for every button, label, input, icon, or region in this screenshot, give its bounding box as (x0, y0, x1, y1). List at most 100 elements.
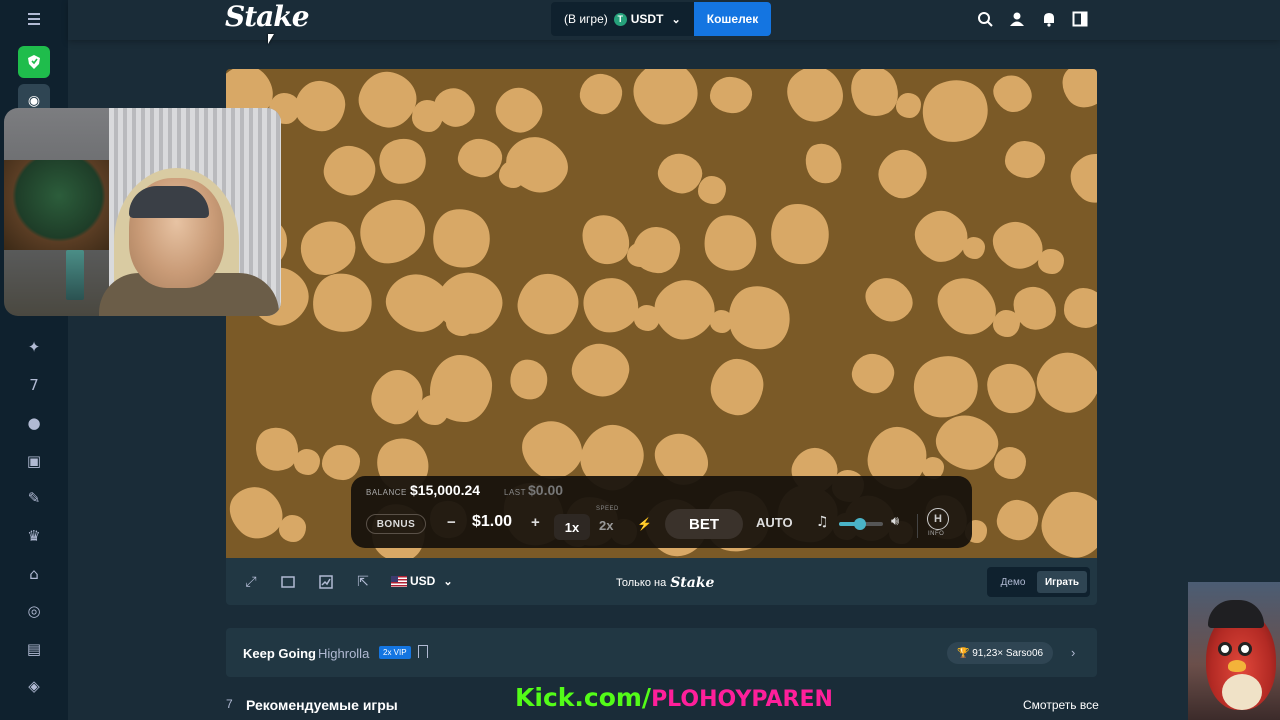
speaker-icon[interactable]: 🔊︎ (891, 514, 899, 529)
pattern-blob (843, 69, 907, 124)
pattern-blob (428, 203, 496, 273)
bird-cap (1208, 600, 1264, 628)
bird-belly (1222, 674, 1262, 710)
pattern-blob (799, 138, 848, 190)
pattern-blob (707, 355, 767, 419)
search-icon[interactable] (974, 8, 996, 30)
pattern-blob (986, 69, 1039, 120)
kick-channel-name: PLOHOYPAREN (651, 687, 833, 712)
vip-badge: 2x VIP (379, 646, 411, 659)
theatre-mode-icon[interactable] (279, 573, 297, 591)
pattern-blob (321, 444, 361, 482)
stats-icon[interactable] (317, 573, 335, 591)
sparkle-icon[interactable]: ✦ (20, 333, 48, 361)
crown-icon[interactable]: ♛ (20, 522, 48, 550)
pattern-blob (643, 268, 726, 351)
kick-url: Kick.com/ (515, 683, 652, 712)
top-bar: Stake (В игре) T USDT ⌄ Кошелек (68, 0, 1280, 40)
pattern-blob (776, 69, 854, 133)
pattern-blob (708, 75, 753, 115)
balance-label: BALANCE (366, 488, 407, 497)
pattern-blob (292, 78, 347, 134)
us-flag-icon (391, 575, 407, 587)
music-icon[interactable]: ♫ (816, 514, 829, 530)
real-mode-button[interactable]: Играть (1037, 571, 1087, 593)
present-icon[interactable]: ▤ (20, 635, 48, 663)
pattern-blob (1035, 485, 1097, 558)
target-icon[interactable]: ◎ (20, 597, 48, 625)
decrease-bet-button[interactable]: − (447, 514, 456, 531)
pattern-blob (912, 69, 998, 153)
bird-eye (1238, 642, 1252, 656)
mic-icon[interactable]: ✎ (20, 484, 48, 512)
seven-icon[interactable]: 7 (20, 371, 48, 399)
recommended-games-title: Рекомендуемые игры (246, 697, 398, 713)
gift-icon[interactable]: ▣ (20, 447, 48, 475)
pattern-blob (352, 69, 422, 134)
pattern-blob (698, 175, 727, 205)
display-currency-selector[interactable]: USD ⌄ (391, 574, 453, 588)
pattern-blob (294, 449, 321, 476)
pattern-blob (279, 514, 307, 542)
webcam-streamer-cap (129, 186, 209, 218)
see-all-link[interactable]: Смотреть все (1023, 698, 1099, 712)
pattern-blob (366, 364, 429, 430)
increase-bet-button[interactable]: + (531, 514, 540, 531)
chevron-right-icon[interactable]: › (1071, 645, 1075, 660)
game-info-bar[interactable]: Keep Going Highrolla 2x VIP 🏆 91,23× Sar… (226, 628, 1097, 677)
angry-bird-overlay (1188, 582, 1280, 720)
top-win-pill[interactable]: 🏆 91,23× Sarso06 (947, 642, 1054, 664)
bonus-button[interactable]: BONUS (366, 514, 426, 534)
mouse-cursor (268, 34, 274, 44)
speed-1x-button[interactable]: 1x (554, 514, 590, 540)
pattern-blob (906, 201, 976, 271)
pattern-blob (307, 268, 377, 338)
volume-slider-knob[interactable] (854, 518, 867, 530)
trophy-icon[interactable]: ⌂ (20, 560, 48, 588)
bet-button[interactable]: BET (665, 509, 743, 539)
sidebar-toggle-icon[interactable] (1069, 8, 1091, 30)
bell-icon[interactable] (1038, 8, 1060, 30)
fullscreen-icon[interactable]: ⤢ (242, 573, 260, 591)
fire-icon[interactable]: ● (20, 409, 48, 437)
game-title[interactable]: Keep Going (243, 646, 316, 661)
game-toolbar: ⤢ ⇱ USD ⌄ Только на Stake Демо Играть (226, 558, 1097, 605)
game-canvas[interactable]: BALANCE $15,000.24 LAST $0.00 BONUS − $1… (226, 69, 1097, 558)
only-on-text: Только на (616, 577, 667, 589)
casino-icon[interactable] (18, 46, 50, 78)
pattern-blob (490, 81, 549, 139)
auto-button[interactable]: AUTO (756, 515, 793, 530)
pattern-blob (289, 209, 367, 286)
turbo-icon[interactable]: ⚡ (637, 517, 652, 531)
shield-icon[interactable]: ◈ (20, 672, 48, 700)
game-control-panel: BALANCE $15,000.24 LAST $0.00 BONUS − $1… (351, 476, 972, 548)
pattern-blob (1028, 343, 1097, 422)
webcam-background-table (4, 160, 114, 250)
kick-channel-overlay: Kick.com/PLOHOYPAREN (515, 683, 833, 712)
game-provider[interactable]: Highrolla (318, 646, 369, 661)
popout-icon[interactable]: ⇱ (354, 573, 372, 591)
pattern-blob (572, 266, 650, 344)
speed-2x-button[interactable]: 2x (599, 518, 613, 533)
pattern-blob (700, 210, 761, 275)
mode-toggle: Демо Играть (987, 567, 1090, 597)
bookmark-icon[interactable] (418, 645, 428, 658)
wallet-currency-selector[interactable]: (В игре) T USDT ⌄ (551, 2, 695, 36)
pattern-blob (512, 268, 584, 339)
pattern-blob (1004, 140, 1047, 180)
info-button[interactable]: H (927, 508, 949, 530)
demo-mode-button[interactable]: Демо (991, 571, 1035, 593)
speed-label: SPEED (596, 506, 619, 512)
wallet-button[interactable]: Кошелек (694, 2, 771, 36)
volume-slider[interactable] (839, 518, 883, 530)
pattern-blob (578, 71, 625, 117)
pattern-blob (456, 136, 505, 180)
menu-icon[interactable] (24, 10, 44, 28)
user-icon[interactable] (1006, 8, 1028, 30)
seven-icon: 7 (226, 697, 233, 711)
info-label: INFO (928, 531, 945, 537)
pattern-blob (995, 497, 1041, 542)
pattern-blob (621, 69, 710, 137)
stake-logo[interactable]: Stake (225, 0, 310, 33)
pattern-blob (994, 447, 1027, 480)
